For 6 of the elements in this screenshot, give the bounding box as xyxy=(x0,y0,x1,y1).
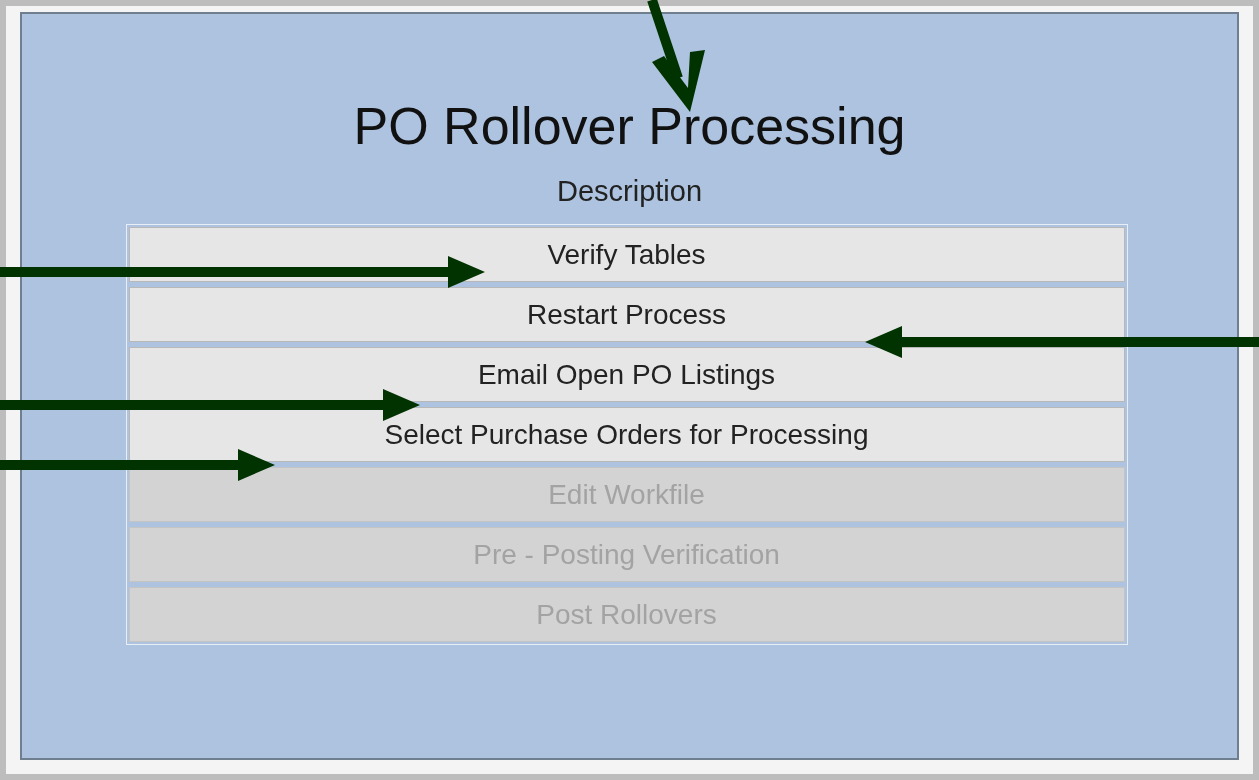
menu-button[interactable]: Verify Tables xyxy=(128,227,1125,282)
subtitle: Description xyxy=(556,174,703,208)
window-title: PO Rollover Processing xyxy=(353,96,906,156)
menu-button[interactable]: Select Purchase Orders for Processing xyxy=(128,407,1125,462)
menu-button[interactable]: Email Open PO Listings xyxy=(128,347,1125,402)
menu-button[interactable]: Restart Process xyxy=(128,287,1125,342)
